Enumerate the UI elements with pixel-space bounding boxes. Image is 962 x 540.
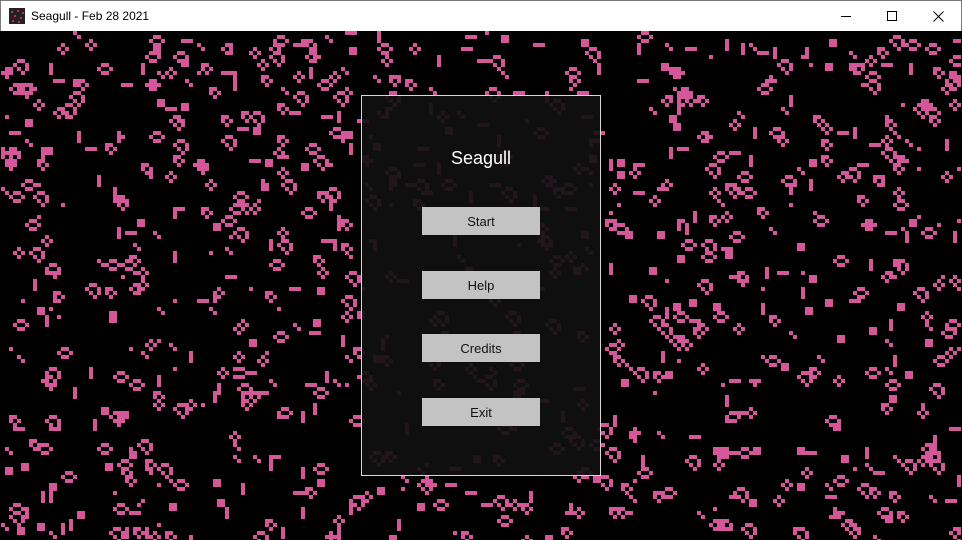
minimize-button[interactable] (823, 1, 869, 31)
help-button[interactable]: Help (422, 271, 540, 299)
close-button[interactable] (915, 1, 961, 31)
window-title: Seagull - Feb 28 2021 (31, 9, 150, 23)
window-controls (823, 1, 961, 31)
title-bar[interactable]: Seagull - Feb 28 2021 (0, 0, 962, 31)
close-icon (932, 10, 944, 22)
main-menu-panel: Seagull Start Help Credits Exit (361, 95, 601, 476)
app-icon (9, 8, 25, 24)
maximize-icon (887, 11, 897, 21)
exit-button[interactable]: Exit (422, 398, 540, 426)
maximize-button[interactable] (869, 1, 915, 31)
start-button[interactable]: Start (422, 207, 540, 235)
app-window: Seagull - Feb 28 2021 Seagull Start Help… (0, 0, 962, 540)
credits-button[interactable]: Credits (422, 334, 540, 362)
minimize-icon (841, 16, 851, 17)
menu-title: Seagull (450, 148, 512, 168)
